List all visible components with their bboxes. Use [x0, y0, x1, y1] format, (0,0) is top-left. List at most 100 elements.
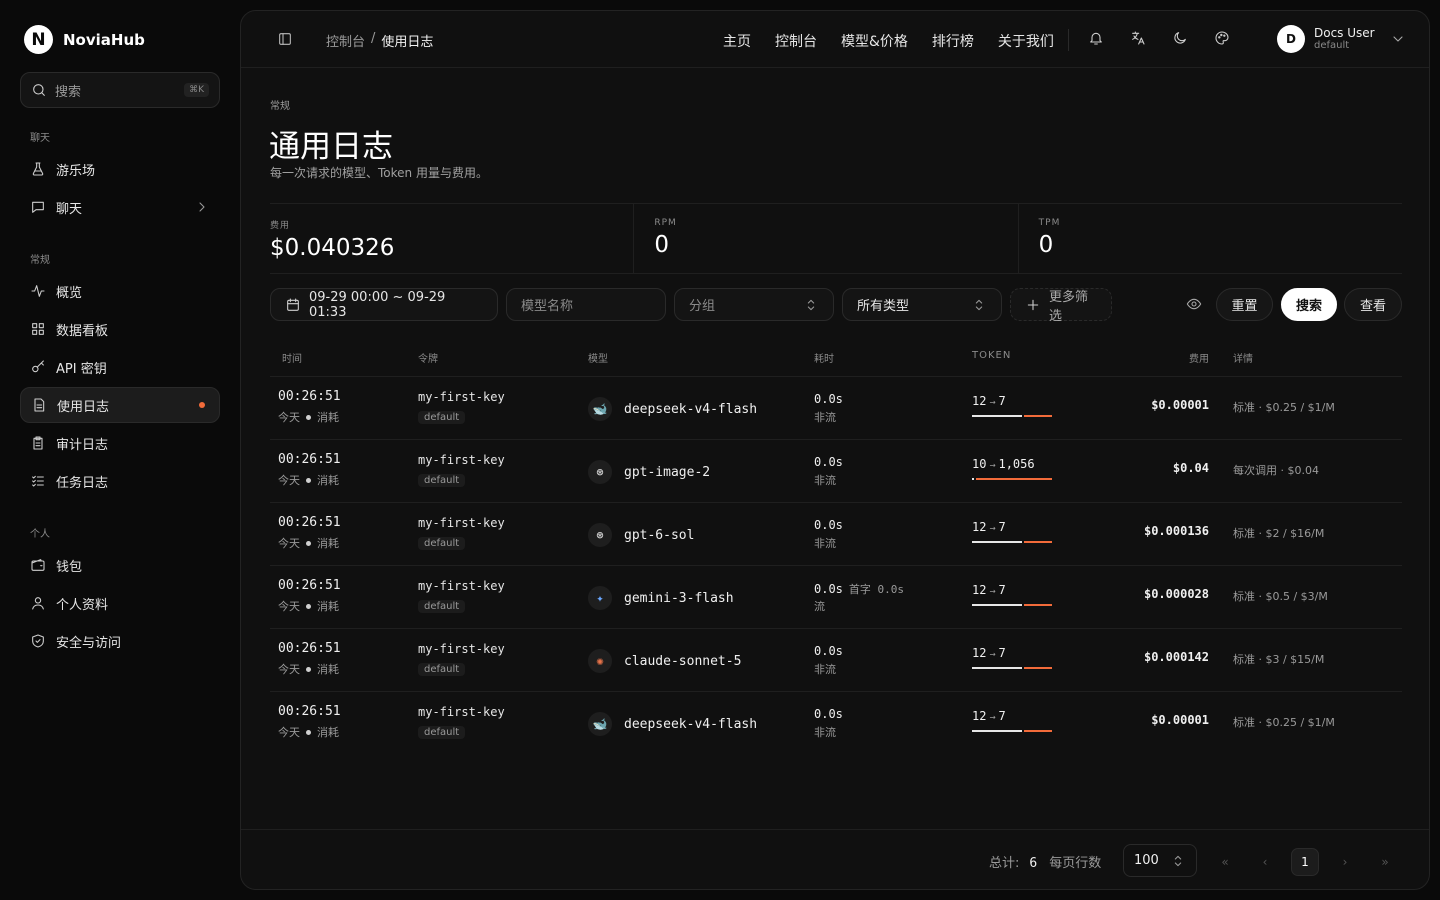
sidebar-item-chat[interactable]: 聊天 — [20, 189, 220, 225]
row-stream: 非流 — [814, 537, 836, 550]
group-select-value: 分组 — [689, 299, 716, 314]
row-tokens-out: 7 — [998, 520, 1006, 534]
palette-icon[interactable] — [1214, 30, 1230, 46]
user-icon — [30, 595, 46, 611]
list-checks-icon — [30, 473, 46, 489]
row-model[interactable]: 🐋 deepseek-v4-flash — [588, 712, 757, 736]
moon-icon[interactable] — [1172, 30, 1188, 46]
sidebar-item-audit-logs[interactable]: 审计日志 — [20, 425, 220, 461]
table-row[interactable]: 00:26:51 今天 消耗 my-first-key default ⊛ gpt-… — [270, 440, 1402, 503]
translate-icon[interactable] — [1130, 30, 1146, 46]
row-tokens-out: 7 — [998, 709, 1006, 723]
more-filters-button[interactable]: 更多筛选 — [1010, 288, 1112, 324]
table-row[interactable]: 00:26:51 今天 消耗 my-first-key default ✺ clau… — [270, 629, 1402, 692]
prev-page-icon[interactable]: ‹ — [1251, 848, 1279, 876]
logs-table: 时间 令牌 模型 耗时 TOKEN 费用 详情 00:26:51 今天 消耗 my… — [270, 339, 1402, 755]
top-nav-models-pricing[interactable]: 模型&价格 — [841, 31, 908, 51]
sidebar-item-usage-logs[interactable]: 使用日志 — [20, 387, 220, 423]
sidebar-item-task-logs[interactable]: 任务日志 — [20, 463, 220, 499]
stat-label: TPM — [1038, 218, 1061, 228]
reset-button[interactable]: 重置 — [1216, 288, 1273, 321]
row-model[interactable]: ⊛ gpt-6-sol — [588, 523, 694, 547]
token-ratio-bar — [972, 604, 1052, 606]
status-dot — [306, 603, 311, 609]
sidebar-item-security[interactable]: 安全与访问 — [20, 623, 220, 659]
sidebar-item-api-keys[interactable]: API 密钥 — [20, 349, 220, 385]
header-latency: 耗时 — [814, 354, 834, 365]
row-time: 00:26:51 — [278, 704, 341, 719]
activity-icon — [30, 283, 46, 299]
eye-icon[interactable] — [1186, 296, 1202, 312]
date-range-picker[interactable]: 09-29 00:00 ~ 09-29 01:33 — [270, 288, 498, 321]
page-size-select[interactable]: 100 — [1123, 844, 1197, 877]
breadcrumb-separator: / — [371, 31, 376, 46]
row-model[interactable]: 🐋 deepseek-v4-flash — [588, 397, 757, 421]
table-row[interactable]: 00:26:51 今天 消耗 my-first-key default ⊛ gpt-… — [270, 503, 1402, 566]
row-cost: $0.00001 — [1151, 398, 1209, 412]
plus-icon — [1025, 297, 1041, 313]
table-row[interactable]: 00:26:51 今天 消耗 my-first-key default 🐋 deep… — [270, 377, 1402, 440]
stat-label: 费用 — [270, 221, 291, 231]
first-page-icon[interactable]: « — [1211, 848, 1239, 876]
row-latency-value: 0.0s — [814, 644, 843, 658]
sidebar-item-overview[interactable]: 概览 — [20, 273, 220, 309]
row-kind: 消耗 — [317, 663, 339, 676]
sidebar-item-dashboard[interactable]: 数据看板 — [20, 311, 220, 347]
sidebar: N NoviaHub 搜索 ⌘K 聊天 游乐场 聊天 常规 概览 数据看板 AP… — [0, 0, 240, 900]
page-1-button[interactable]: 1 — [1291, 848, 1319, 876]
sidebar-item-wallet[interactable]: 钱包 — [20, 547, 220, 583]
section-label-personal: 个人 — [30, 529, 50, 540]
sidebar-search[interactable]: 搜索 ⌘K — [20, 72, 220, 108]
group-select[interactable]: 分组 — [674, 288, 834, 321]
brand[interactable]: N NoviaHub — [24, 25, 145, 54]
header-model: 模型 — [588, 354, 608, 365]
table-row[interactable]: 00:26:51 今天 消耗 my-first-key default ✦ gemi… — [270, 566, 1402, 629]
type-select[interactable]: 所有类型 — [842, 288, 1002, 321]
breadcrumb-current: 使用日志 — [381, 35, 434, 50]
stat-tpm: TPM 0 — [1017, 204, 1402, 273]
row-cost: $0.000142 — [1143, 650, 1209, 664]
chevron-updown-icon — [971, 297, 987, 313]
sidebar-item-playground[interactable]: 游乐场 — [20, 151, 220, 187]
sidebar-toggle-icon[interactable] — [277, 31, 293, 47]
clipboard-icon — [30, 435, 46, 451]
page-eyebrow: 常规 — [270, 101, 290, 112]
row-model[interactable]: ✦ gemini-3-flash — [588, 586, 734, 610]
row-day-kind: 今天 消耗 — [278, 661, 339, 677]
stat-rpm: RPM 0 — [633, 204, 1017, 273]
row-model-name: gpt-6-sol — [624, 527, 695, 543]
row-tokens-in: 12 — [972, 646, 987, 660]
search-button[interactable]: 搜索 — [1281, 288, 1337, 321]
user-menu[interactable]: D Docs User default — [1277, 25, 1406, 53]
bell-icon[interactable] — [1088, 30, 1104, 46]
last-page-icon[interactable]: » — [1371, 848, 1399, 876]
next-page-icon[interactable]: › — [1331, 848, 1359, 876]
model-name-input[interactable]: 模型名称 — [506, 288, 666, 321]
token-ratio-bar — [972, 541, 1052, 543]
row-tokens: 12 → 7 — [972, 520, 1006, 534]
top-nav-console[interactable]: 控制台 — [775, 31, 817, 51]
main-panel: 控制台 / 使用日志 主页 控制台 模型&价格 排行榜 关于我们 D Docs … — [240, 10, 1430, 890]
arrow-right-icon: → — [989, 649, 996, 660]
top-nav-leaderboard[interactable]: 排行榜 — [932, 31, 974, 51]
table-row[interactable]: 00:26:51 今天 消耗 my-first-key default 🐋 deep… — [270, 692, 1402, 755]
row-stream: 非流 — [814, 474, 836, 487]
breadcrumb-console[interactable]: 控制台 — [326, 31, 365, 50]
key-icon — [30, 359, 46, 375]
row-model[interactable]: ⊛ gpt-image-2 — [588, 460, 710, 484]
top-nav-about[interactable]: 关于我们 — [998, 31, 1054, 51]
type-select-value: 所有类型 — [857, 299, 910, 314]
filter-bar: 09-29 00:00 ~ 09-29 01:33 模型名称 分组 所有类型 更… — [270, 288, 1402, 324]
row-model[interactable]: ✺ claude-sonnet-5 — [588, 649, 741, 673]
more-filters-label: 更多筛选 — [1049, 289, 1089, 324]
arrow-right-icon: → — [989, 397, 996, 408]
sidebar-item-profile[interactable]: 个人资料 — [20, 585, 220, 621]
view-button[interactable]: 查看 — [1344, 288, 1402, 321]
row-kind: 消耗 — [317, 474, 339, 487]
token-ratio-bar — [972, 667, 1052, 669]
row-latency: 0.0s — [814, 644, 849, 658]
row-kind: 消耗 — [317, 726, 339, 739]
file-text-icon — [31, 397, 47, 413]
top-nav-home[interactable]: 主页 — [723, 31, 751, 51]
row-model-name: gemini-3-flash — [624, 590, 734, 606]
